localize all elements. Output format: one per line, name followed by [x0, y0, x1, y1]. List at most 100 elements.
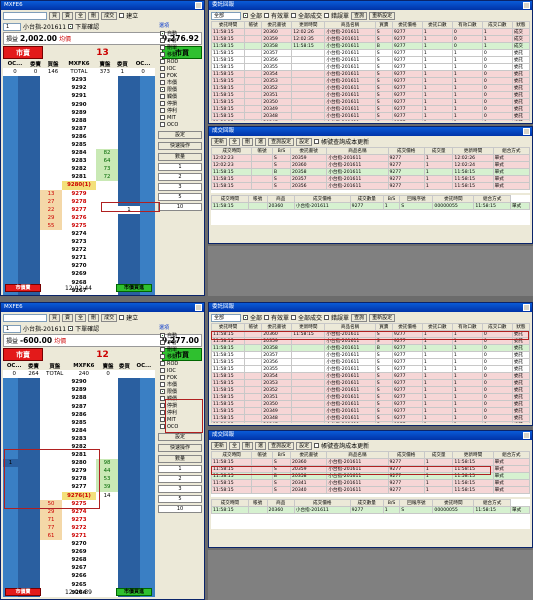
close-icon[interactable] [523, 128, 530, 135]
ladder-oc-cell[interactable] [3, 507, 18, 516]
table-row[interactable]: 11:58:15 S 20356 小台指-201611 9277 1 11:58:15 單式 [211, 182, 530, 190]
sell-tab[interactable]: 賣 [62, 313, 74, 322]
ladder-buy-order-cell[interactable] [118, 84, 140, 93]
ladder-sell-order-cell[interactable] [18, 197, 40, 206]
ladder-buy-order-cell[interactable] [118, 270, 140, 279]
table-row[interactable]: 11:58:15 S 20360 小台指-201611 9277 1 11:58:15 單式 [211, 458, 530, 466]
side-option[interactable]: OCO [158, 121, 202, 128]
ladder-oc2-cell[interactable] [140, 499, 155, 508]
ladder-sell-order-cell[interactable] [18, 467, 40, 476]
ladder-oc-cell[interactable] [3, 132, 18, 141]
ladder-oc2-cell[interactable] [140, 246, 155, 255]
ladder-buy-order-cell[interactable] [118, 410, 140, 419]
ladder-oc2-cell[interactable] [140, 262, 155, 271]
ladder-oc2-cell[interactable] [140, 394, 155, 403]
side-option-checkbox[interactable] [160, 410, 165, 415]
column-header[interactable]: 成交時間 [211, 147, 253, 155]
ladder-buy-order-cell[interactable] [118, 124, 140, 133]
table-row[interactable]: 11:58:15 B 20358 小台指-201611 9277 1 11:58:15 單式 [211, 472, 530, 480]
ladder-sell-order-cell[interactable] [18, 132, 40, 141]
side-option-checkbox[interactable] [160, 375, 165, 380]
select-button[interactable]: 選 [255, 441, 267, 450]
select-button[interactable]: 選 [255, 137, 267, 146]
column-header[interactable]: 成交量 [423, 147, 454, 155]
table-row[interactable]: 11:58:15 20354 小台指-201611 S 9277 1 1 0 委託 [211, 372, 530, 380]
ladder-sell-order-cell[interactable] [18, 426, 40, 435]
table-row[interactable]: 11:58:15 20359 小台指-201611 S 9277 1 1 0 委託 [211, 337, 530, 345]
ladder-oc2-cell[interactable] [140, 556, 155, 565]
column-header[interactable]: 帳號 [251, 451, 273, 459]
checkbox-confirm[interactable] [68, 326, 74, 331]
ladder-oc2-cell[interactable] [140, 475, 155, 484]
ladder-oc2-cell[interactable] [140, 205, 155, 214]
side-option-checkbox[interactable] [160, 87, 165, 92]
close-icon[interactable] [195, 2, 202, 9]
column-header[interactable]: 成交量 [423, 451, 454, 459]
ladder-buy-order-cell[interactable] [118, 229, 140, 239]
ladder-oc2-cell[interactable] [140, 386, 155, 395]
side-option-checkbox[interactable] [160, 108, 165, 113]
column-header[interactable]: 有效口數 [451, 21, 483, 29]
ladder-oc2-cell[interactable] [140, 442, 155, 452]
delete-tab[interactable]: 刪 [88, 11, 100, 20]
ladder-oc-cell[interactable] [3, 262, 18, 271]
ladder-oc-cell[interactable] [3, 100, 18, 109]
sell-tab[interactable]: 賣 [62, 11, 74, 20]
ladder-sell-order-cell[interactable] [18, 205, 40, 214]
ladder-oc2-cell[interactable] [140, 254, 155, 263]
ladder-buy-order-cell[interactable] [118, 254, 140, 263]
radio-filled[interactable] [291, 13, 297, 18]
ladder-oc-cell[interactable] [3, 442, 18, 452]
side-option-checkbox[interactable] [160, 73, 165, 78]
ladder-buy-order-cell[interactable] [118, 378, 140, 387]
query-settings-button[interactable]: 查詢設定 [268, 137, 295, 146]
side-option-checkbox[interactable] [160, 340, 165, 345]
ladder-oc-cell[interactable] [3, 229, 18, 239]
side-section-button[interactable]: 快速操作 [158, 142, 202, 150]
refresh-button[interactable]: 更新 [211, 441, 228, 450]
radio-filled[interactable] [291, 315, 297, 320]
all-tab[interactable]: 全 [75, 11, 87, 20]
column-header[interactable]: 回報序號 [399, 195, 434, 203]
side-option-checkbox[interactable] [160, 354, 165, 359]
ladder-buy-order-cell[interactable] [118, 459, 140, 468]
ladder-buy-order-cell[interactable] [118, 523, 140, 532]
ladder-sell-order-cell[interactable] [18, 246, 40, 255]
ladder-sell-order-cell[interactable] [18, 418, 40, 427]
qty-input[interactable]: 1 [3, 324, 21, 333]
ladder-oc2-cell[interactable] [140, 116, 155, 125]
column-header[interactable]: 委託口數 [421, 323, 453, 331]
side-option[interactable]: 移動 [158, 51, 202, 58]
side-option-checkbox[interactable] [160, 66, 165, 71]
market-sell-footer-button[interactable]: 市價賣 [5, 588, 41, 596]
table-row[interactable]: 11:58:15 B 20358 小台指-201611 9277 1 11:58:15 單式 [211, 168, 530, 176]
ladder-oc2-cell[interactable] [140, 124, 155, 133]
column-header[interactable]: 商品名稱 [324, 21, 376, 29]
column-header[interactable]: 更新時間 [452, 147, 494, 155]
column-header[interactable]: 組合方式 [473, 195, 511, 203]
side-option[interactable]: FOK [158, 374, 202, 381]
column-header[interactable]: 更新時間 [291, 21, 326, 29]
ladder-sell-order-cell[interactable] [18, 556, 40, 565]
ladder-oc2-cell[interactable] [140, 76, 155, 85]
buy-tab[interactable]: 買 [49, 313, 61, 322]
column-header[interactable]: 組合方式 [492, 451, 530, 459]
delete-tab[interactable]: 刪 [88, 313, 100, 322]
ladder-sell-order-cell[interactable] [18, 523, 40, 532]
ladder-sell-order-cell[interactable] [18, 221, 40, 230]
market-sell-button[interactable]: 市賣 [3, 348, 43, 361]
ladder-sell-order-cell[interactable] [18, 451, 40, 460]
column-header[interactable]: 委託書號 [289, 451, 328, 459]
side-option[interactable]: 停利 [158, 409, 202, 416]
side-option[interactable]: FOK [158, 72, 202, 79]
ladder-oc-cell[interactable] [3, 531, 18, 541]
fill-tab[interactable]: 成交 [101, 11, 118, 20]
cost-update-checkbox[interactable] [314, 443, 320, 448]
ladder-oc-cell[interactable] [3, 92, 18, 101]
column-header[interactable]: 成交價格 [387, 451, 425, 459]
close-icon[interactable] [523, 432, 530, 439]
ladder-oc2-cell[interactable] [140, 140, 155, 150]
qty-preset-button[interactable]: 2 [158, 173, 202, 181]
ladder-sell-order-cell[interactable] [18, 564, 40, 573]
ladder-oc2-cell[interactable] [140, 540, 155, 549]
